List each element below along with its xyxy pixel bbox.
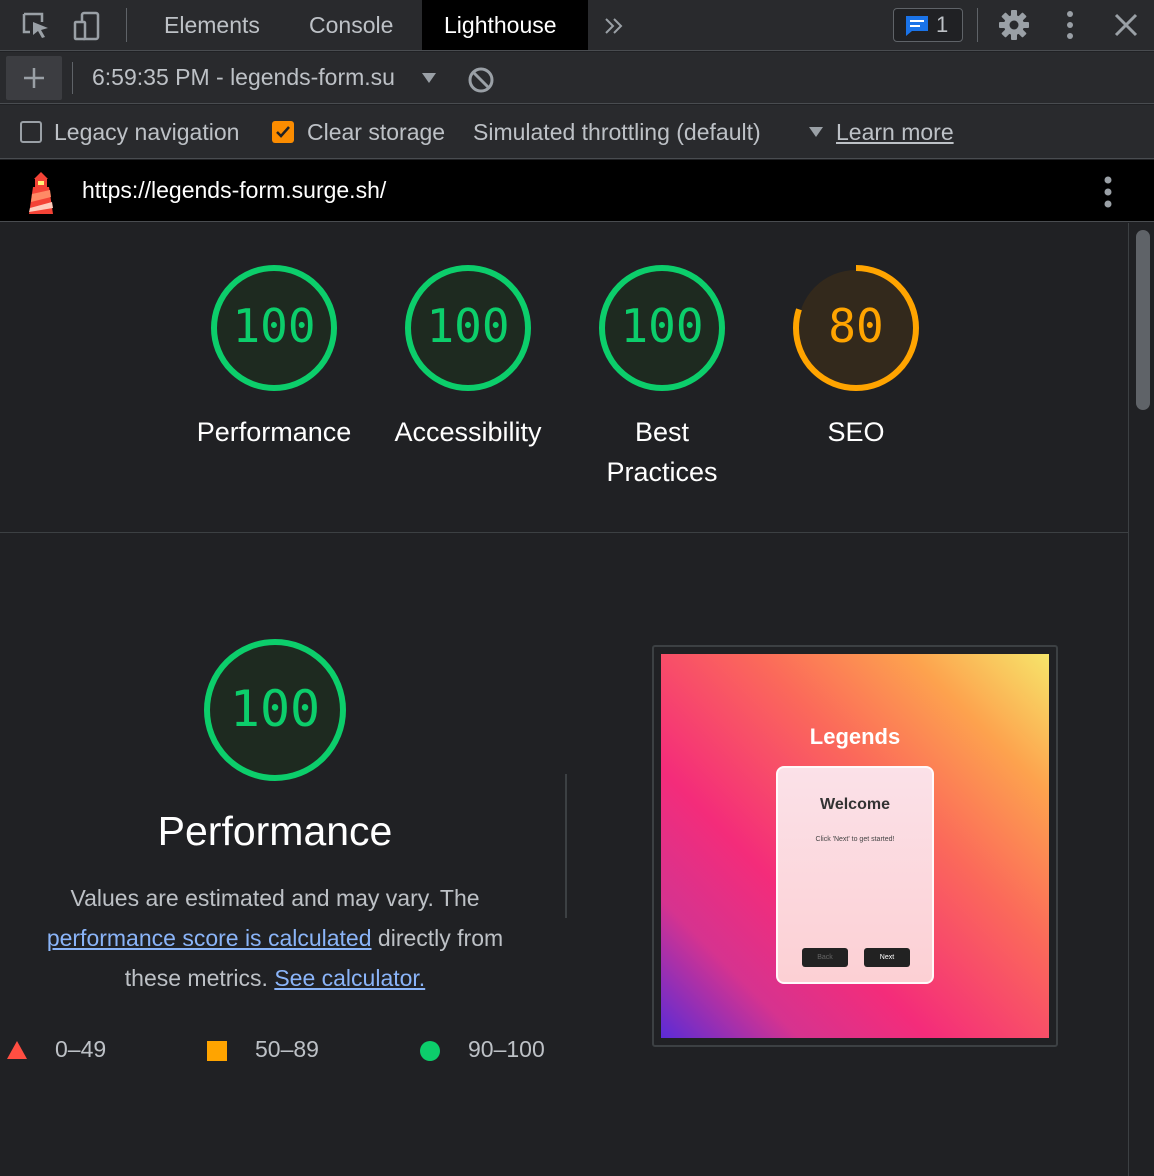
vertical-divider <box>565 774 567 918</box>
more-options-icon[interactable] <box>1096 174 1120 210</box>
inspect-element-icon[interactable] <box>20 10 52 42</box>
scrollbar-thumb[interactable] <box>1136 230 1150 410</box>
performance-description: Values are estimated and may vary. The p… <box>20 878 530 998</box>
fail-triangle-icon <box>7 1041 27 1059</box>
performance-title: Performance <box>157 808 393 854</box>
screenshot-subtitle: Click 'Next' to get started! <box>815 836 895 843</box>
gauge-score: 100 <box>229 680 321 738</box>
performance-score-gauge: 100 <box>202 637 348 783</box>
legacy-navigation-label: Legacy navigation <box>54 119 240 145</box>
screenshot-title: Legends <box>809 724 901 749</box>
report-select-label: 6:59:35 PM - legends-form.su <box>92 64 395 90</box>
close-icon[interactable] <box>1113 12 1139 38</box>
gauge-score: 100 <box>426 299 510 353</box>
report-url: https://legends-form.surge.sh/ <box>82 177 387 203</box>
gauge-label-seo[interactable]: SEO <box>756 412 956 452</box>
description-text: Values are estimated and may vary. The <box>70 885 480 911</box>
gauge-best-practices[interactable]: 100 <box>597 263 727 393</box>
legend-fail-range: 0–49 <box>55 1036 107 1062</box>
learn-more-link[interactable]: Learn more <box>836 119 954 146</box>
gauge-seo[interactable]: 80 <box>791 263 921 393</box>
legend-pass-range: 90–100 <box>468 1036 545 1062</box>
gauge-label-performance[interactable]: Performance <box>174 412 374 452</box>
issues-button[interactable]: 1 <box>893 8 963 42</box>
gauge-label-best-practices[interactable]: Best Practices <box>562 412 762 492</box>
chevron-down-icon[interactable] <box>421 72 437 84</box>
tab-lighthouse[interactable]: Lighthouse <box>422 0 588 50</box>
options-bar: Legacy navigation Clear storage Simulate… <box>0 105 1154 159</box>
plus-icon <box>24 68 44 88</box>
gauge-score: 100 <box>232 299 316 353</box>
tab-console[interactable]: Console <box>287 0 415 50</box>
toolbar-separator <box>72 62 73 94</box>
gauge-accessibility[interactable]: 100 <box>403 263 533 393</box>
screenshot-back-button: Back <box>802 948 848 967</box>
section-divider <box>0 532 1128 533</box>
final-screenshot[interactable]: Legends Welcome Click 'Next' to get star… <box>661 654 1049 1038</box>
legend-average-range: 50–89 <box>255 1036 319 1062</box>
legacy-navigation-checkbox[interactable] <box>20 121 42 143</box>
devtools-tab-bar: Elements Console Lighthouse 1 <box>0 0 1154 51</box>
screenshot-next-button: Next <box>864 948 910 967</box>
lighthouse-logo-icon <box>29 172 53 214</box>
checkmark-icon <box>276 126 290 138</box>
gauge-score: 80 <box>828 299 884 353</box>
screenshot-card: Welcome Click 'Next' to get started! Bac… <box>776 766 934 984</box>
gear-icon[interactable] <box>998 9 1030 41</box>
chevron-down-icon[interactable] <box>808 126 824 138</box>
gauge-score: 100 <box>620 299 704 353</box>
report-select[interactable]: 6:59:35 PM - legends-form.su <box>92 64 395 91</box>
issues-count: 1 <box>936 12 949 37</box>
toolbar-separator <box>126 8 127 42</box>
average-square-icon <box>207 1041 227 1061</box>
gauge-label-accessibility[interactable]: Accessibility <box>368 412 568 452</box>
gauge-performance[interactable]: 100 <box>209 263 339 393</box>
more-tabs-icon[interactable] <box>602 14 626 38</box>
more-options-icon[interactable] <box>1058 9 1082 41</box>
performance-score-link[interactable]: performance score is calculated <box>47 925 372 951</box>
gauge-label-line: Best <box>634 417 690 447</box>
device-toolbar-icon[interactable] <box>72 10 104 42</box>
clear-storage-checkbox[interactable] <box>272 121 294 143</box>
new-report-button[interactable] <box>6 56 62 100</box>
toolbar-separator <box>977 8 978 42</box>
lighthouse-toolbar: 6:59:35 PM - legends-form.su <box>0 52 1154 104</box>
report-url-bar: https://legends-form.surge.sh/ <box>0 160 1154 222</box>
screenshot-welcome: Welcome <box>820 796 890 813</box>
see-calculator-link[interactable]: See calculator. <box>274 965 425 991</box>
clear-icon[interactable] <box>467 66 495 94</box>
message-icon <box>906 16 928 36</box>
pass-circle-icon <box>420 1041 440 1061</box>
gauge-label-line: Practices <box>606 457 718 487</box>
clear-storage-label: Clear storage <box>307 119 446 145</box>
tab-elements[interactable]: Elements <box>142 0 282 50</box>
throttling-select[interactable]: Simulated throttling (default) <box>473 119 761 146</box>
